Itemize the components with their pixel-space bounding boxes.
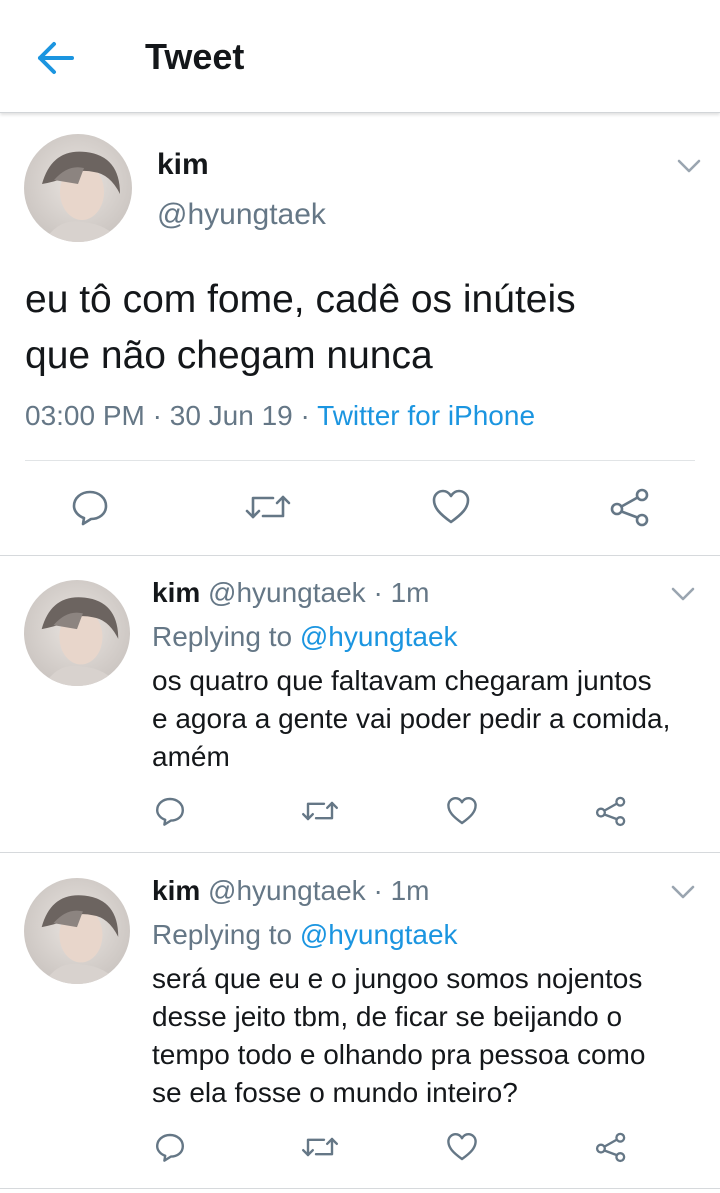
author-handle[interactable]: @hyungtaek (208, 577, 366, 608)
reply-text-line: será que eu e o jungoo somos nojentos (152, 963, 643, 994)
replying-to-label: Replying to (152, 919, 293, 950)
replying-to: Replying to @hyungtaek (152, 919, 458, 951)
replying-to-handle[interactable]: @hyungtaek (300, 621, 458, 652)
author-name[interactable]: kim (157, 148, 209, 182)
like-icon (447, 1133, 477, 1161)
tweet-options-button[interactable] (668, 583, 698, 605)
avatar[interactable] (24, 878, 130, 984)
share-icon (595, 796, 626, 827)
reply-button[interactable] (154, 1131, 186, 1168)
top-bar: Tweet (0, 0, 720, 113)
reply-text-line: os quatro que faltavam chegaram juntos (152, 665, 652, 696)
avatar[interactable] (24, 580, 130, 686)
reply-text-line: se ela fosse o mundo inteiro? (152, 1077, 518, 1108)
avatar[interactable] (24, 134, 132, 242)
retweet-icon (302, 1137, 338, 1157)
tweet-time: 03:00 PM (25, 400, 145, 431)
chevron-down-icon (671, 885, 695, 899)
author-name[interactable]: kim (152, 875, 200, 906)
retweet-button[interactable] (300, 795, 340, 832)
like-button[interactable] (445, 795, 479, 832)
tweet-text-line-1: eu tô com fome, cadê os inúteis (25, 278, 576, 321)
reply-icon (72, 490, 108, 526)
tweet-source-link[interactable]: Twitter for iPhone (317, 400, 535, 431)
replying-to-label: Replying to (152, 621, 293, 652)
reply-header: kim @hyungtaek · 1m (152, 875, 429, 907)
like-icon (432, 489, 470, 524)
meta-separator: · (373, 577, 383, 608)
share-button[interactable] (594, 795, 628, 832)
share-button[interactable] (608, 487, 652, 532)
author-name[interactable]: kim (152, 577, 200, 608)
reply-button[interactable] (154, 795, 186, 832)
tweet-options-button[interactable] (674, 155, 704, 177)
divider (0, 852, 720, 853)
share-button[interactable] (594, 1131, 628, 1168)
reply-text-line: desse jeito tbm, de ficar se beijando o (152, 1001, 623, 1032)
like-icon (447, 797, 477, 825)
chevron-down-icon (671, 587, 695, 601)
tweet-age: 1m (390, 577, 430, 608)
share-icon (610, 488, 649, 527)
reply-text-line: e agora a gente vai poder pedir a comida… (152, 703, 671, 734)
tweet-text-line-2: que não chegam nunca (25, 334, 433, 377)
tweet-age: 1m (390, 875, 430, 906)
replying-to-handle[interactable]: @hyungtaek (300, 919, 458, 950)
author-handle[interactable]: @hyungtaek (208, 875, 366, 906)
reply-header: kim @hyungtaek · 1m (152, 577, 429, 609)
divider (25, 460, 695, 461)
retweet-button[interactable] (300, 1131, 340, 1168)
back-button[interactable] (30, 36, 82, 80)
replying-to: Replying to @hyungtaek (152, 621, 458, 653)
retweet-icon (245, 495, 291, 519)
tweet-options-button[interactable] (668, 881, 698, 903)
meta-separator: · (152, 400, 162, 431)
back-arrow-icon (38, 42, 74, 74)
reply-icon (156, 1133, 184, 1162)
meta-separator: · (300, 400, 310, 431)
reply-icon (156, 797, 184, 826)
page-title: Tweet (145, 36, 245, 77)
meta-separator: · (373, 875, 383, 906)
tweet-date: 30 Jun 19 (169, 400, 293, 431)
divider (0, 555, 720, 556)
like-button[interactable] (445, 1131, 479, 1168)
divider (0, 1188, 720, 1189)
chevron-down-icon (677, 159, 701, 173)
share-icon (595, 1132, 626, 1163)
like-button[interactable] (430, 487, 472, 532)
tweet-meta: 03:00 PM · 30 Jun 19 · Twitter for iPhon… (25, 400, 535, 432)
reply-text-line: tempo todo e olhando pra pessoa como (152, 1039, 646, 1070)
retweet-button[interactable] (243, 487, 293, 532)
author-handle[interactable]: @hyungtaek (157, 198, 326, 232)
retweet-icon (302, 801, 338, 821)
reply-button[interactable] (70, 487, 110, 532)
reply-text-line: amém (152, 741, 230, 772)
